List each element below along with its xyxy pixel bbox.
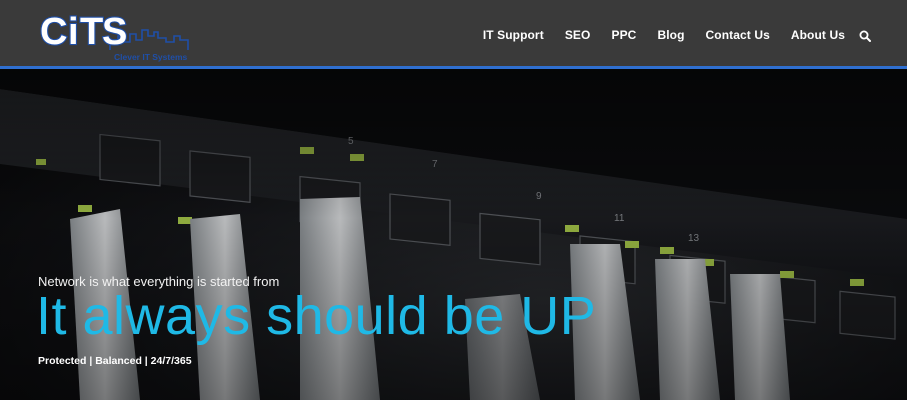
hero-banner: 5 7 9 11 13 Network is what everything i… [0,69,907,400]
svg-text:i: i [68,11,79,53]
hero-overlay [0,69,907,400]
search-icon[interactable] [859,29,871,42]
svg-text:S: S [102,11,127,53]
svg-text:Clever IT Systems: Clever IT Systems [114,52,188,62]
nav-blog[interactable]: Blog [657,28,684,42]
svg-text:C: C [40,11,67,53]
nav-seo[interactable]: SEO [565,28,591,42]
hero-title: It always should be UP [36,286,597,346]
nav-contact-us[interactable]: Contact Us [706,28,770,42]
site-header: C i T S Clever IT Systems IT Support SEO… [0,0,907,69]
nav-it-support[interactable]: IT Support [483,28,544,42]
svg-text:T: T [80,11,103,53]
cits-logo[interactable]: C i T S Clever IT Systems [38,6,198,62]
main-nav: IT Support SEO PPC Blog Contact Us About… [483,0,871,69]
nav-about-us[interactable]: About Us [791,28,845,42]
hero-tagline: Protected | Balanced | 24/7/365 [38,355,192,367]
nav-ppc[interactable]: PPC [611,28,636,42]
